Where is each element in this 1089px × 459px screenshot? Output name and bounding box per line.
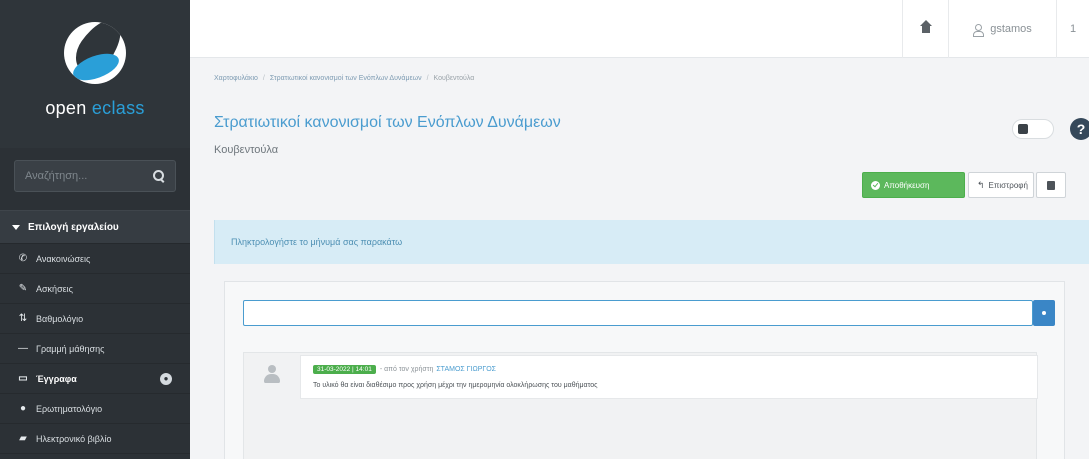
delete-button[interactable] (1036, 172, 1066, 198)
message-header: 31-03-2022 | 14:01 - από τον χρήστη ΣΤΑΜ… (313, 365, 496, 374)
save-button-label: Αποθήκευση (884, 180, 930, 190)
message-date-badge: 31-03-2022 | 14:01 (313, 365, 376, 374)
topbar-extra[interactable]: 1 (1056, 0, 1089, 58)
bullhorn-icon: ✆ (18, 253, 28, 264)
trash-icon (1047, 180, 1055, 190)
send-button[interactable] (1033, 300, 1055, 326)
check-circle-icon (871, 180, 880, 190)
book-icon: ▰ (19, 433, 27, 444)
user-icon (973, 23, 985, 37)
folder-icon: ▭ (18, 373, 28, 384)
eclass-logo-icon (64, 22, 126, 84)
breadcrumb-item-current: Κουβεντούλα (433, 75, 475, 82)
edit-icon: ✎ (18, 283, 28, 294)
sidebar-item[interactable]: ▭ Έγγραφα ● (0, 364, 190, 394)
sidebar-item[interactable]: ✆ Ανακοινώσεις (0, 244, 190, 274)
chat-message: 31-03-2022 | 14:01 - από τον χρήστη ΣΤΑΜ… (243, 352, 1038, 459)
sidebar-item-label: Ερωτηματολόγιο (36, 403, 103, 414)
sidebar-item-badge: ● (160, 373, 172, 385)
reply-arrow-icon: ↰ (977, 179, 985, 190)
info-alert-text: Πληκτρολογήστε το μήνυμά σας παρακάτω (231, 237, 403, 247)
minus-icon: ― (18, 343, 28, 354)
help-icon[interactable]: ? (1070, 118, 1089, 140)
sort-icon: ⇅ (18, 313, 28, 324)
message-body: Το υλικό θα είναι διαθέσιμο προς χρήση μ… (313, 382, 598, 389)
sidebar-item-label: Ηλεκτρονικό βιβλίο (36, 433, 112, 444)
main-content: Χαρτοφυλάκιο / Στρατιωτικοί κανονισμοί των… (190, 59, 1089, 459)
info-alert: Πληκτρολογήστε το μήνυμά σας παρακάτω (214, 220, 1089, 264)
search-icon[interactable] (153, 170, 165, 182)
message-card: 31-03-2022 | 14:01 - από τον χρήστη ΣΤΑΜ… (300, 355, 1038, 399)
breadcrumb-item-course[interactable]: Στρατιωτικοί κανονισμοί των Ενόπλων Δυνά… (270, 75, 422, 82)
sidebar-item-label: Βαθμολόγιο (36, 313, 84, 324)
sidebar-item[interactable]: ● Ερωτηματολόγιο (0, 394, 190, 424)
breadcrumb: Χαρτοφυλάκιο / Στρατιωτικοί κανονισμοί των… (214, 75, 475, 82)
logo[interactable]: open eclass (0, 0, 190, 148)
user-menu[interactable]: gstamos (948, 0, 1056, 58)
sidebar-section-label: Επιλογή εργαλείου (28, 221, 119, 233)
logo-text: open eclass (45, 98, 145, 118)
send-icon (1042, 311, 1046, 315)
back-button[interactable]: ↰ Επιστροφή (968, 172, 1034, 198)
sidebar-item-label: Ανακοινώσεις (36, 253, 91, 264)
question-icon: ● (19, 403, 27, 414)
sidebar: open eclass Επιλογή εργαλείου ✆ Ανακοινώσ… (0, 0, 190, 459)
sidebar-item[interactable]: ⇅ Βαθμολόγιο (0, 304, 190, 334)
page-title[interactable]: Στρατιωτικοί κανονισμοί των Ενόπλων Δυνά… (214, 114, 561, 132)
message-input[interactable] (243, 300, 1033, 326)
sidebar-item-label: Έγγραφα (36, 373, 77, 384)
breadcrumb-item-portfolio[interactable]: Χαρτοφυλάκιο (214, 75, 258, 82)
save-button[interactable]: Αποθήκευση (862, 172, 965, 198)
chat-panel: 31-03-2022 | 14:01 - από τον χρήστη ΣΤΑΜ… (224, 281, 1065, 459)
home-button[interactable] (902, 0, 948, 58)
top-bar: gstamos 1 (190, 0, 1089, 58)
sidebar-search (14, 160, 176, 192)
toggle-knob (1018, 124, 1028, 134)
back-button-label: Επιστροφή (988, 180, 1028, 190)
sidebar-item[interactable]: ✎ Ασκήσεις (0, 274, 190, 304)
message-user-link[interactable]: ΣΤΑΜΟΣ ΓΙΩΡΓΟΣ (436, 366, 496, 373)
message-input-wrap (243, 300, 1033, 326)
message-by-text: - από τον χρήστη (379, 366, 434, 373)
page-subtitle: Κουβεντούλα (214, 144, 279, 156)
sidebar-item[interactable]: ▰ Ηλεκτρονικό βιβλίο (0, 424, 190, 454)
sidebar-section-tools[interactable]: Επιλογή εργαλείου (0, 210, 190, 244)
caret-down-icon (12, 224, 20, 230)
home-icon (919, 19, 932, 34)
sidebar-item[interactable]: ― Γραμμή μάθησης (0, 334, 190, 364)
view-toggle[interactable] (1012, 119, 1054, 139)
sidebar-item-label: Γραμμή μάθησης (36, 343, 105, 354)
sidebar-search-input[interactable] (25, 170, 145, 182)
user-avatar-icon (264, 365, 280, 383)
sidebar-item-label: Ασκήσεις (36, 283, 73, 294)
topbar-extra-label: 1 (1069, 23, 1077, 35)
username: gstamos (990, 23, 1032, 35)
